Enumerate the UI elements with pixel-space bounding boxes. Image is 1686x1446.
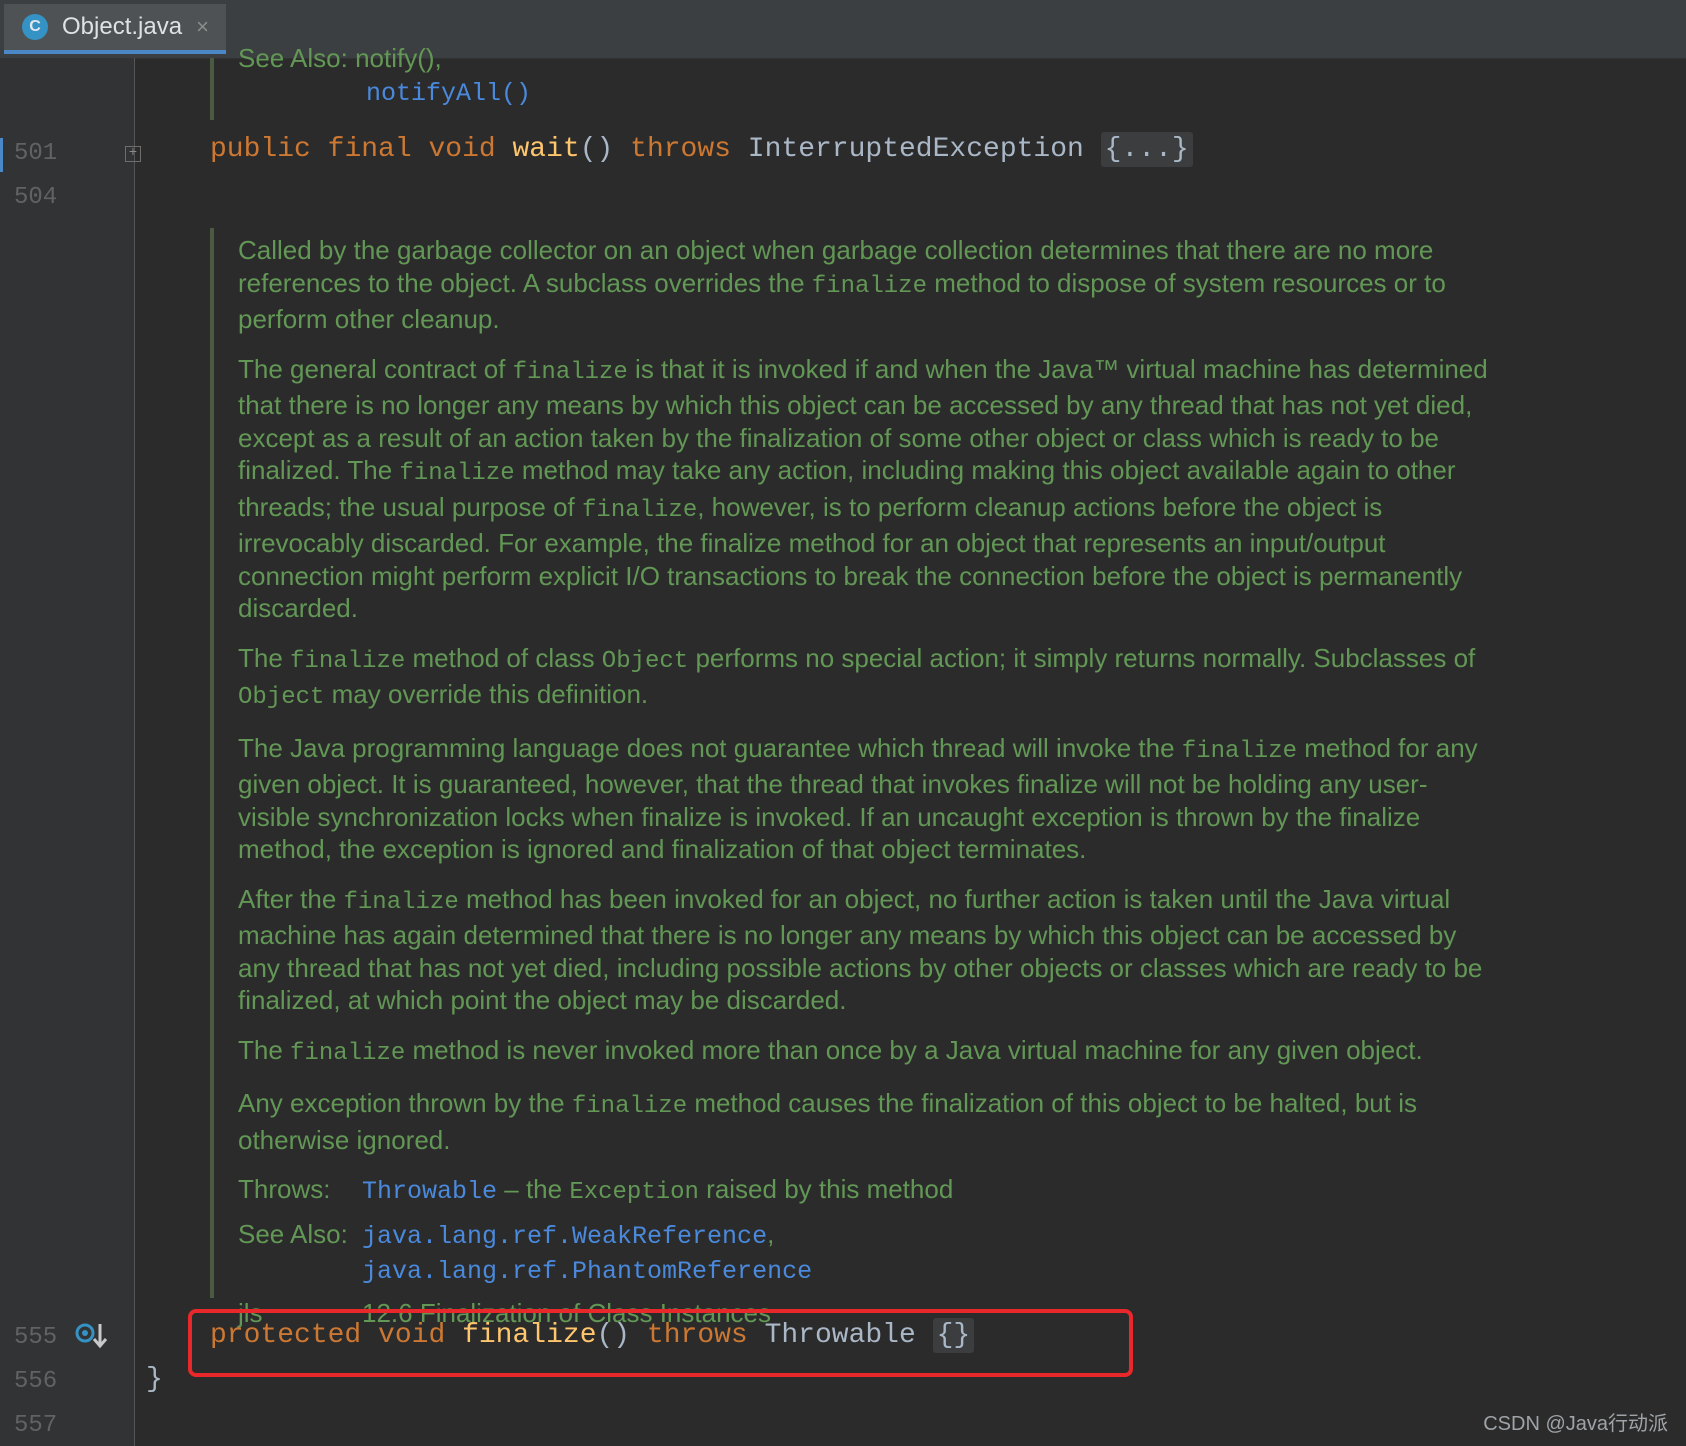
throws-tag: Throws: Throwable – the Exception raised… (238, 1173, 1488, 1210)
class-icon: C (22, 14, 48, 40)
doc-paragraph: Called by the garbage collector on an ob… (238, 234, 1488, 336)
closing-brace: } (146, 1364, 163, 1395)
doc-text: method of class (405, 642, 602, 673)
keyword: throws (630, 134, 731, 165)
weak-reference-link[interactable]: java.lang.ref.WeakReference (362, 1222, 767, 1251)
doc-text: The (238, 1034, 291, 1065)
doc-comment-bar (210, 58, 214, 120)
line-number: 504 (14, 184, 58, 211)
doc-paragraph: The general contract of finalize is that… (238, 353, 1488, 625)
method-name: wait (512, 134, 580, 165)
close-icon[interactable]: × (196, 14, 209, 40)
current-line-marker (0, 138, 3, 172)
folded-block[interactable]: {...} (1100, 132, 1193, 167)
code-text: finalize (811, 272, 927, 300)
doc-text: performs no special action; it simply re… (688, 642, 1476, 673)
line-number: 555 (14, 1324, 58, 1351)
doc-text: The (238, 642, 291, 673)
wait-method-declaration[interactable]: public final void wait() throws Interrup… (210, 132, 1193, 167)
watermark: CSDN @Java行动派 (1483, 1413, 1668, 1435)
line-number-gutter (0, 58, 135, 1446)
notify-all-link[interactable]: notifyAll() (366, 79, 531, 108)
fold-expand-icon[interactable]: + (125, 146, 141, 162)
code-text: finalize (343, 888, 459, 916)
tag-label: See Also: (238, 1218, 348, 1249)
finalize-javadoc: Called by the garbage collector on an ob… (238, 234, 1488, 1337)
doc-paragraph: The finalize method is never invoked mor… (238, 1034, 1488, 1071)
exception-type: InterruptedException (747, 134, 1084, 165)
phantom-reference-link[interactable]: java.lang.ref.PhantomReference (362, 1257, 812, 1286)
doc-paragraph: After the finalize method has been invok… (238, 883, 1488, 1017)
doc-paragraph: Any exception thrown by the finalize met… (238, 1087, 1488, 1156)
throwable-link[interactable]: Throwable (362, 1177, 497, 1206)
tab-object-java[interactable]: C Object.java × (4, 4, 226, 54)
doc-comment-bar (210, 228, 214, 1298)
red-highlight-annotation (188, 1309, 1133, 1377)
code-text: Exception (569, 1179, 699, 1206)
line-number: 557 (14, 1412, 58, 1439)
overrides-method-icon[interactable] (74, 1320, 108, 1350)
doc-text: The Java programming language does not g… (238, 732, 1182, 763)
previous-doc-fragment: See Also: notify(), notifyAll() (238, 42, 1488, 110)
parens: () (579, 134, 614, 165)
separator: , (767, 1218, 775, 1249)
code-text: finalize (290, 647, 406, 675)
code-text: finalize (290, 1039, 406, 1067)
doc-text: method is never invoked more than once b… (405, 1034, 1423, 1065)
doc-paragraph: The Java programming language does not g… (238, 732, 1488, 866)
code-text: finalize (399, 460, 515, 487)
see-also-tag: See Also: java.lang.ref.WeakReference, ja… (238, 1218, 1488, 1289)
line-number: 556 (14, 1368, 58, 1395)
tag-text: – the (497, 1174, 570, 1204)
code-text: Object (601, 647, 689, 675)
tag-label: Throws: (238, 1174, 331, 1204)
keyword: public (210, 134, 311, 165)
doc-text: The general contract of (238, 353, 513, 384)
line-number: 501 (14, 140, 58, 167)
keyword: final (327, 134, 412, 165)
doc-text: Any exception thrown by the (238, 1088, 572, 1118)
code-text: finalize (571, 1093, 688, 1120)
code-text: finalize (582, 496, 698, 524)
doc-paragraph: The finalize method of class Object perf… (238, 642, 1488, 715)
keyword: void (428, 134, 496, 165)
code-text: Object (238, 684, 325, 711)
code-text: finalize (1181, 737, 1298, 765)
tag-text: raised by this method (698, 1174, 954, 1204)
code-text: finalize (512, 358, 628, 386)
doc-text: After the (238, 883, 344, 914)
doc-text: may override this definition. (324, 679, 649, 709)
tab-label: Object.java (62, 13, 183, 40)
see-also-fragment: See Also: notify(), (238, 43, 442, 73)
